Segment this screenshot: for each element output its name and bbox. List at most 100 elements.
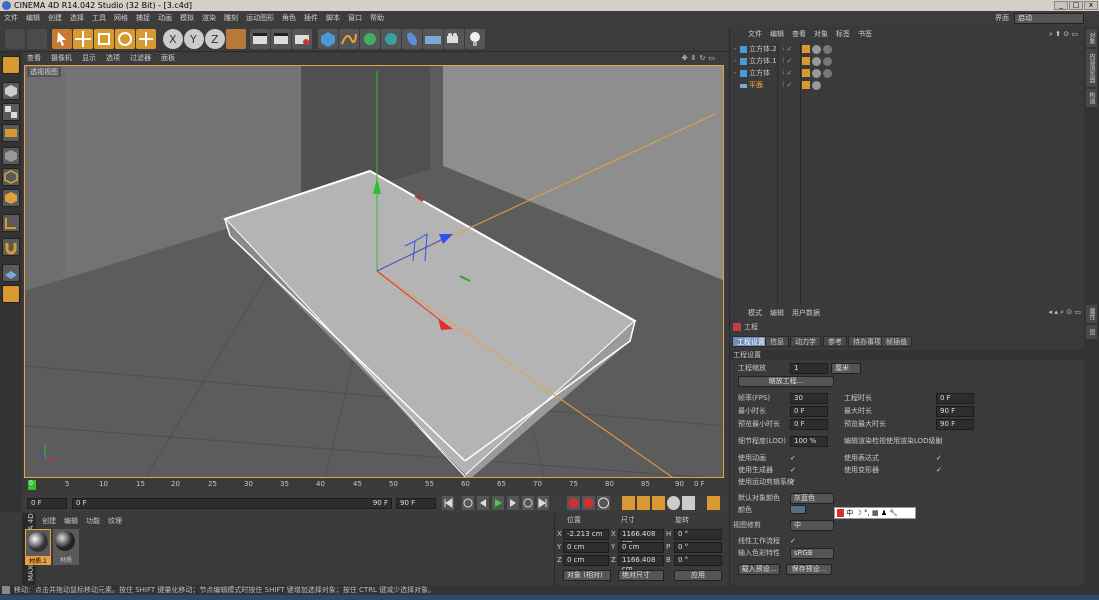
range-slider[interactable]: 0 F 90 F: [72, 498, 392, 509]
ime-toolbar[interactable]: 中 ☽ °, ▦ ♟ 🔧: [834, 507, 916, 519]
material-swatch[interactable]: 材质.1: [25, 529, 51, 565]
attr-menu-edit[interactable]: 编辑: [766, 309, 788, 317]
tab-dynamics[interactable]: 动力学: [790, 336, 821, 347]
expand-icon[interactable]: -: [734, 44, 737, 55]
menu-sculpt[interactable]: 雕刻: [220, 11, 242, 26]
ime-punct-icon[interactable]: °,: [864, 509, 870, 517]
key-pla-icon[interactable]: [682, 496, 695, 510]
obj-menu-file[interactable]: 文件: [744, 30, 766, 38]
obj-menu-view[interactable]: 查看: [788, 30, 810, 38]
scale-field[interactable]: 1: [790, 363, 828, 374]
attr-menu-mode[interactable]: 模式: [744, 309, 766, 317]
material-tag-icon[interactable]: [812, 45, 821, 54]
render-settings-icon[interactable]: [292, 29, 312, 49]
size-mode-dropdown[interactable]: 绝对尺寸: [618, 570, 664, 581]
visibility-dots[interactable]: ⁝ ✓: [782, 68, 792, 79]
material-tag-icon[interactable]: [823, 45, 832, 54]
tag-icon[interactable]: [802, 45, 810, 53]
vp-menu-options[interactable]: 选项: [101, 52, 125, 64]
tab-reference[interactable]: 参考: [823, 336, 847, 347]
fps-field[interactable]: 30: [790, 393, 828, 404]
coordinate-system-icon[interactable]: [226, 29, 246, 49]
preview-min-field[interactable]: 0 F: [790, 419, 828, 430]
search-icon[interactable]: ⌕ ⬆ ⊙ ▭: [1045, 27, 1082, 41]
tab-layers[interactable]: 层: [1086, 325, 1097, 339]
next-frame-icon[interactable]: [507, 496, 519, 510]
object-row[interactable]: - 立方体.2 ⁝ ✓: [730, 44, 1085, 55]
start-frame-field[interactable]: 0 F: [27, 498, 67, 509]
rot-p-field[interactable]: 0 °: [674, 542, 722, 553]
prev-key-icon[interactable]: [462, 496, 474, 510]
object-row[interactable]: 平面 ⁝ ✓: [730, 80, 1085, 91]
points-mode-icon[interactable]: [2, 147, 20, 165]
play-icon[interactable]: [492, 496, 504, 510]
scene-render[interactable]: [25, 66, 724, 478]
mat-menu-edit[interactable]: 编辑: [60, 517, 82, 525]
menu-mograph[interactable]: 运动图形: [242, 11, 278, 26]
rotate-icon[interactable]: [115, 29, 135, 49]
save-preset-button[interactable]: 保存预设...: [786, 564, 832, 575]
visibility-dots[interactable]: ⁝ ✓: [782, 80, 792, 91]
visibility-dots[interactable]: ⁝ ✓: [782, 56, 792, 67]
menu-animate[interactable]: 动画: [154, 11, 176, 26]
vp-menu-cameras[interactable]: 摄像机: [46, 52, 77, 64]
tag-icon[interactable]: [802, 69, 810, 77]
workplane-icon[interactable]: [2, 264, 20, 282]
menu-simulate[interactable]: 模拟: [176, 11, 198, 26]
size-z-field[interactable]: 1166.408 cm: [618, 555, 664, 573]
tab-attributes[interactable]: 属性: [1086, 305, 1097, 323]
ime-keyboard-icon[interactable]: ▦: [872, 509, 879, 517]
view-clip-dropdown[interactable]: 中: [790, 520, 834, 531]
go-end-icon[interactable]: [537, 496, 549, 510]
material-tag-icon[interactable]: [812, 57, 821, 66]
attr-nav-icons[interactable]: ◂ ▴ ⌕ ⊙ ▭: [1049, 308, 1081, 317]
use-anim-checkbox[interactable]: ✓: [790, 454, 798, 462]
interface-dropdown[interactable]: 启动: [1014, 13, 1084, 24]
ime-user-icon[interactable]: ♟: [881, 509, 887, 517]
menu-edit[interactable]: 编辑: [22, 11, 44, 26]
key-param-icon[interactable]: [667, 496, 680, 510]
z-axis-icon[interactable]: Z: [205, 29, 225, 49]
key-scale-icon[interactable]: [637, 496, 650, 510]
obj-menu-objects[interactable]: 对象: [810, 30, 832, 38]
object-name[interactable]: 立方体.2: [749, 44, 777, 55]
maximize-button[interactable]: □: [1069, 1, 1083, 10]
end-frame-field[interactable]: 90 F: [396, 498, 436, 509]
expand-icon[interactable]: -: [734, 56, 737, 67]
auto-key-icon[interactable]: [582, 496, 595, 510]
light-icon[interactable]: [465, 29, 485, 49]
load-preset-button[interactable]: 载入预设...: [738, 564, 780, 575]
object-row[interactable]: - 立方体.1 ⁝ ✓: [730, 56, 1085, 67]
menu-select[interactable]: 选择: [66, 11, 88, 26]
minimize-button[interactable]: _: [1054, 1, 1068, 10]
project-time-field[interactable]: 0 F: [936, 393, 974, 404]
rot-h-field[interactable]: 0 °: [674, 529, 722, 540]
material-tag-icon[interactable]: [823, 69, 832, 78]
object-name[interactable]: 平面: [749, 80, 763, 91]
lod-field[interactable]: 100 %: [790, 436, 828, 447]
make-editable-icon[interactable]: [2, 56, 20, 74]
object-name[interactable]: 立方体.1: [749, 56, 777, 67]
material-swatch[interactable]: 材质: [53, 529, 79, 565]
timeline-window-icon[interactable]: [707, 496, 720, 510]
preview-max-field[interactable]: 90 F: [936, 419, 974, 430]
obj-menu-bookmarks[interactable]: 书签: [854, 30, 876, 38]
polygons-mode-icon[interactable]: [2, 189, 20, 207]
next-key-icon[interactable]: [522, 496, 534, 510]
y-axis-icon[interactable]: Y: [184, 29, 204, 49]
linear-workflow-checkbox[interactable]: ✓: [790, 537, 798, 545]
menu-window[interactable]: 窗口: [344, 11, 366, 26]
mat-menu-texture[interactable]: 纹理: [104, 517, 126, 525]
material-tag-icon[interactable]: [812, 69, 821, 78]
attr-menu-userdata[interactable]: 用户数据: [788, 309, 824, 317]
use-gen-checkbox[interactable]: ✓: [790, 466, 798, 474]
vp-menu-filter[interactable]: 过滤器: [125, 52, 156, 64]
tab-objects[interactable]: 对象: [1086, 29, 1097, 47]
input-color-dropdown[interactable]: sRGB: [790, 548, 834, 559]
subdivision-icon[interactable]: [360, 29, 380, 49]
unit-dropdown[interactable]: 厘米: [831, 363, 861, 374]
obj-menu-tags[interactable]: 标签: [832, 30, 854, 38]
tag-icon[interactable]: [802, 81, 810, 89]
use-expr-checkbox[interactable]: ✓: [936, 454, 944, 462]
ime-settings-icon[interactable]: 🔧: [889, 509, 898, 517]
